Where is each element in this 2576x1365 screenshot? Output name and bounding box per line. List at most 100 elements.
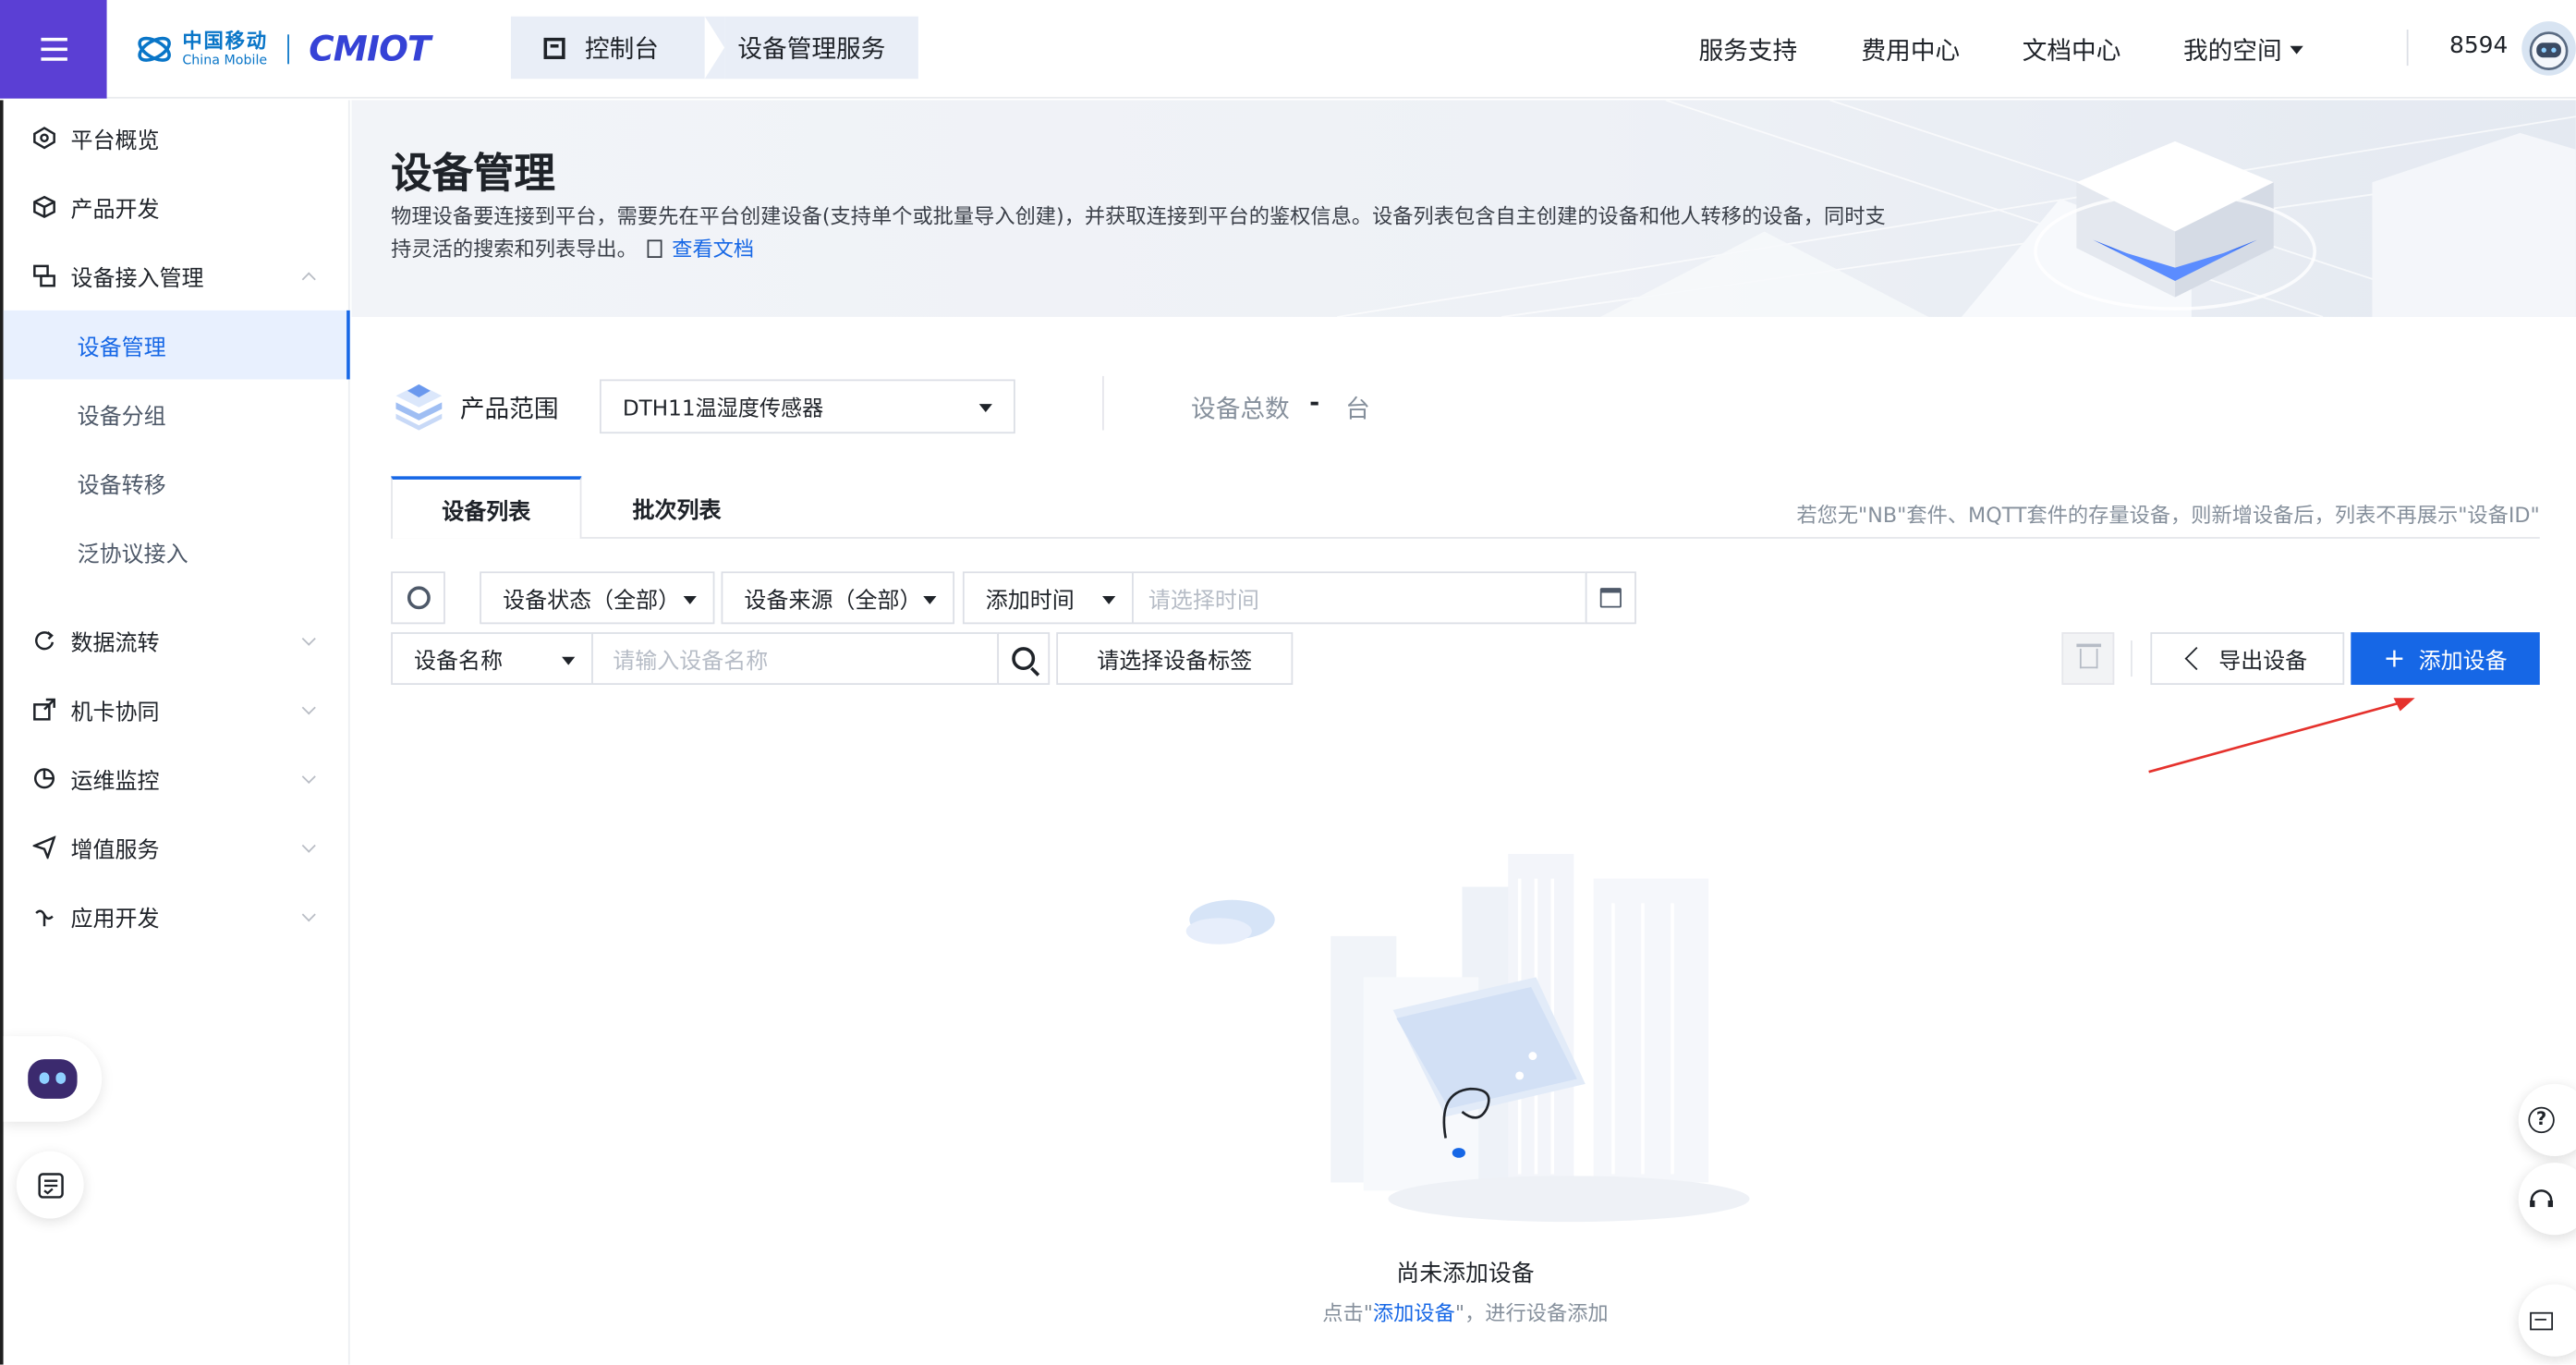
chevron-up-icon (301, 272, 316, 286)
empty-title: 尚未添加设备 (1396, 1261, 1535, 1288)
customer-service-button[interactable] (2518, 1163, 2576, 1236)
product-select[interactable]: DTH11温湿度传感器 (599, 379, 1015, 434)
notes-button[interactable] (16, 1151, 84, 1219)
support-agent-icon (2530, 1189, 2554, 1208)
trash-icon (2075, 643, 2101, 669)
delete-button[interactable] (2061, 632, 2115, 686)
time-type-select[interactable]: 添加时间 (962, 571, 1134, 625)
pie-chart-icon (33, 768, 55, 789)
device-total-value: - (1309, 387, 1320, 418)
cube-icon (33, 195, 55, 218)
page-title: 设备管理 (391, 149, 555, 198)
chevron-down-icon (301, 908, 316, 922)
nav-docs[interactable]: 文档中心 (2023, 0, 2121, 99)
page-description: 物理设备要连接到平台，需要先在平台创建设备(支持单个或批量导入创建)，并获取连接… (391, 203, 1886, 262)
refresh-button[interactable] (391, 571, 445, 625)
robot-icon (28, 1059, 78, 1099)
question-icon: ? (2528, 1106, 2555, 1134)
app-dev-icon (35, 909, 54, 927)
console-icon (543, 36, 565, 59)
export-devices-button[interactable]: 导出设备 (2150, 632, 2345, 686)
send-icon (32, 835, 56, 859)
nav-billing[interactable]: 费用中心 (1861, 0, 1960, 99)
document-icon (647, 239, 662, 258)
checklist-icon (37, 1172, 63, 1198)
search-button[interactable] (997, 632, 1051, 686)
logo[interactable]: 中国移动 China Mobile CMIOT (135, 23, 431, 76)
chevron-down-icon (562, 656, 576, 665)
sidebar-item-app-dev[interactable]: 应用开发 (4, 882, 350, 951)
sidebar-item-data-flow[interactable]: 数据流转 (4, 606, 350, 676)
top-header: 中国移动 China Mobile CMIOT 控制台 设备管理服务 服务支持 … (0, 0, 2576, 99)
tab-notice: 若您无"NB"套件、MQTT套件的存量设备，则新增设备后，列表不再展示"设备ID… (1796, 502, 2540, 528)
chevron-down-icon (978, 404, 992, 413)
logo-en: China Mobile (182, 52, 268, 67)
avatar[interactable] (2521, 21, 2576, 76)
sidebar-item-ops-monitor[interactable]: 运维监控 (4, 744, 350, 813)
breadcrumb-console[interactable]: 控制台 (510, 16, 705, 79)
sidebar-item-overview[interactable]: 平台概览 (4, 104, 350, 173)
export-icon (2183, 647, 2207, 671)
add-device-button[interactable]: + 添加设备 (2351, 632, 2540, 686)
hamburger-icon (40, 34, 67, 64)
product-divider (1102, 375, 1104, 431)
device-source-select[interactable]: 设备来源（全部） (721, 571, 955, 625)
device-name-input[interactable]: 请输入设备名称 (591, 632, 1000, 686)
tab-device-list[interactable]: 设备列表 (391, 476, 582, 539)
refresh-icon (407, 586, 430, 610)
empty-add-device-link[interactable]: 添加设备 (1373, 1300, 1455, 1325)
sidebar-item-value-added[interactable]: 增值服务 (4, 813, 350, 883)
nav-my-space[interactable]: 我的空间 (2183, 0, 2303, 99)
chevron-down-icon (683, 596, 697, 604)
device-access-icon (33, 264, 55, 287)
tab-batch-list[interactable]: 批次列表 (581, 476, 772, 539)
sidebar: 平台概览 产品开发 设备接入管理 设备管理 设备分组 设备转移 泛协议接入 数据… (0, 100, 350, 1365)
card-link-icon (33, 698, 55, 721)
brand-name: CMIOT (309, 29, 431, 69)
nav-service-support[interactable]: 服务支持 (1698, 0, 1797, 99)
sidebar-item-product-dev[interactable]: 产品开发 (4, 173, 350, 242)
chevron-down-icon (301, 701, 316, 715)
chevron-down-icon (301, 631, 316, 646)
device-tag-select[interactable]: 请选择设备标签 (1056, 632, 1294, 686)
astronaut-avatar-icon (2529, 31, 2569, 70)
view-docs-link[interactable]: 查看文档 (672, 237, 754, 262)
name-type-select[interactable]: 设备名称 (391, 632, 593, 686)
chevron-down-icon (2290, 44, 2303, 54)
device-total-unit: 台 (1345, 394, 1370, 424)
empty-hint: 点击"添加设备"，进行设备添加 (1322, 1300, 1609, 1326)
sidebar-item-device-group[interactable]: 设备分组 (4, 379, 350, 448)
breadcrumb-separator (704, 16, 725, 79)
sidebar-item-device-transfer[interactable]: 设备转移 (4, 448, 350, 518)
feedback-button[interactable] (2518, 1284, 2576, 1357)
ai-assistant-button[interactable] (3, 1036, 103, 1122)
menu-toggle-button[interactable] (0, 0, 107, 99)
data-flow-icon (35, 631, 55, 651)
annotation-arrow (2148, 698, 2415, 774)
empty-illustration (1185, 854, 1750, 1223)
device-status-select[interactable]: 设备状态（全部） (480, 571, 715, 625)
header-divider (2406, 29, 2409, 67)
device-total-label: 设备总数 (1191, 394, 1290, 424)
overview-icon (33, 127, 55, 150)
sidebar-item-device-manage[interactable]: 设备管理 (3, 310, 350, 380)
china-mobile-logo-icon (138, 36, 171, 62)
chevron-down-icon (301, 838, 316, 853)
calendar-icon (1599, 588, 1622, 608)
help-button[interactable]: ? (2518, 1083, 2576, 1157)
product-scope-label: 产品范围 (459, 394, 559, 424)
sidebar-item-card-sync[interactable]: 机卡协同 (4, 675, 350, 744)
chevron-down-icon (1102, 596, 1116, 604)
calendar-button[interactable] (1585, 571, 1636, 625)
chevron-down-icon (923, 596, 937, 604)
search-icon (1012, 647, 1036, 671)
sidebar-item-generic-protocol[interactable]: 泛协议接入 (4, 518, 350, 587)
user-id[interactable]: 8594 (2449, 33, 2508, 59)
logo-divider (287, 34, 289, 65)
sidebar-item-device-access[interactable]: 设备接入管理 (4, 241, 350, 311)
breadcrumb-device-service[interactable]: 设备管理服务 (724, 16, 918, 79)
time-range-input[interactable]: 请选择时间 (1132, 571, 1587, 625)
message-icon (2530, 1310, 2554, 1330)
action-divider (2131, 640, 2132, 677)
product-stack-icon (395, 384, 443, 431)
